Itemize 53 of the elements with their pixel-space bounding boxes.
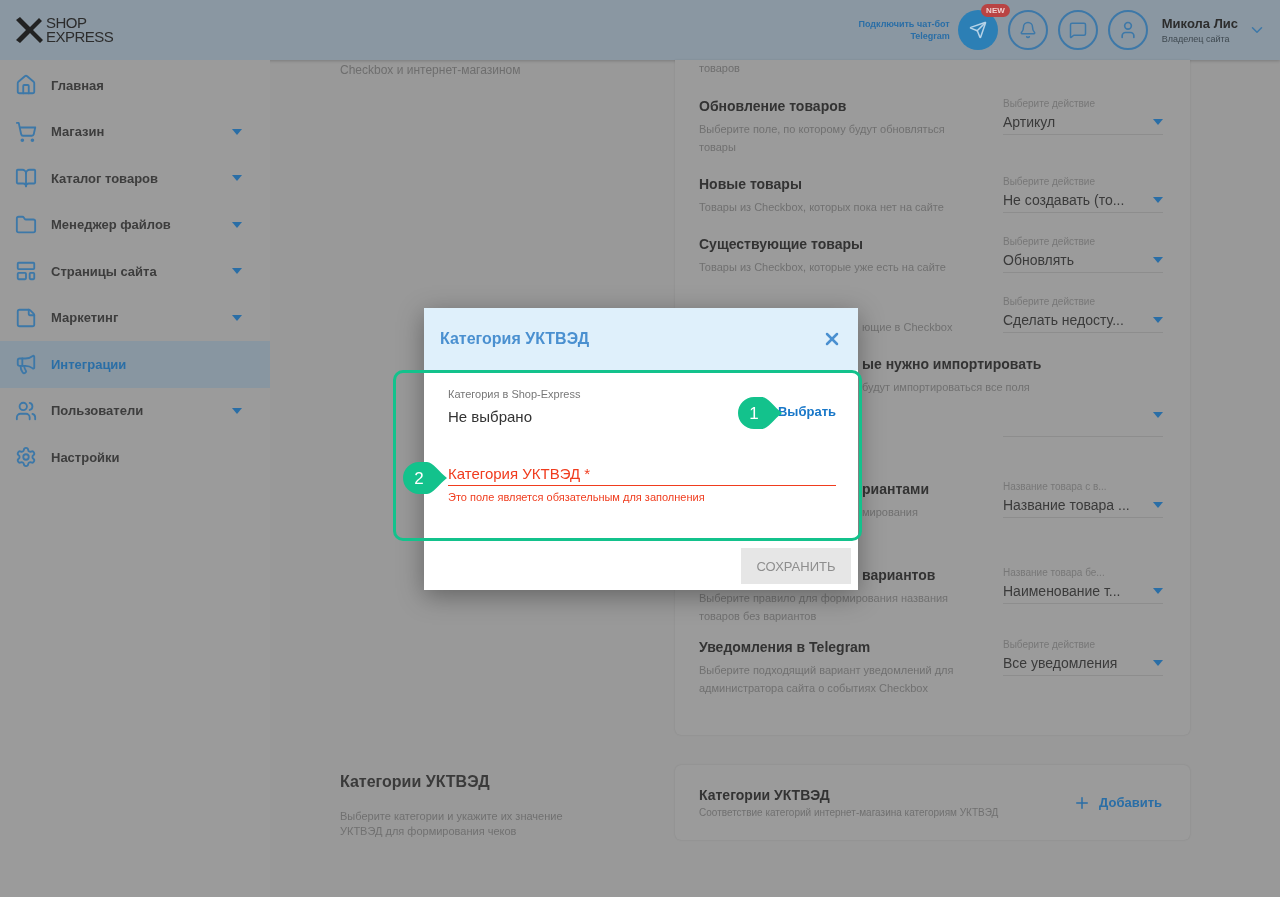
notifications-button[interactable] [1007, 10, 1048, 50]
logo-mark-icon [14, 17, 44, 43]
caret-icon [1153, 257, 1163, 263]
book-icon [15, 167, 37, 190]
caret-icon [1153, 197, 1163, 203]
page-layout-icon [15, 260, 37, 283]
row-title: вариантов [862, 567, 936, 583]
row-title: Обновление товаров [699, 98, 847, 114]
caret-icon [1153, 119, 1163, 125]
row-title: Существующие товары [699, 236, 863, 252]
error-message: Это поле является обязательным для заполнения [448, 491, 706, 503]
section-heading: Категории УКТВЭД [340, 773, 491, 791]
field-label: Категория в Shop-Express [448, 388, 581, 400]
messages-button[interactable] [1057, 10, 1098, 50]
row-title: ые нужно импортировать [862, 356, 1042, 372]
logo-text: SHOP EXPRESS [46, 16, 114, 44]
profile-button[interactable] [1107, 10, 1148, 50]
folder-icon [15, 213, 37, 236]
caret-icon [1153, 502, 1163, 508]
input-field[interactable]: Категория УКТВЭД * [448, 465, 836, 486]
house-icon [15, 74, 37, 97]
sidebar-item[interactable]: Страницы сайта [0, 248, 270, 295]
dialog-title: Категория УКТВЭД [440, 330, 590, 348]
sidebar-item[interactable]: Менеджер файлов [0, 201, 270, 248]
bell-icon [1018, 21, 1037, 39]
row-title: Уведомления в Telegram [699, 639, 871, 655]
users-icon [15, 399, 37, 422]
row-title: риантами [862, 481, 929, 497]
action-select[interactable] [1003, 412, 1163, 437]
card-title: Категории УКТВЭД [699, 787, 831, 803]
sidebar-item[interactable]: Маркетинг [0, 294, 270, 341]
sidebar-item[interactable]: Настройки [0, 434, 270, 481]
sidebar-item[interactable]: Магазин [0, 108, 270, 155]
user-name: Микола Лис [1161, 16, 1238, 31]
note-icon [15, 306, 37, 329]
field-value: Не выбрано [448, 408, 533, 425]
settings-icon [15, 446, 37, 469]
paper-plane-icon [968, 21, 987, 39]
logo[interactable]: SHOP EXPRESS [14, 16, 114, 44]
caret-icon [1153, 317, 1163, 323]
step-number-marker: 2 [403, 462, 447, 494]
sidebar-item[interactable]: Пользователи [0, 387, 270, 434]
cart-icon [15, 120, 37, 143]
new-badge: NEW [981, 4, 1010, 17]
caret-icon [1153, 588, 1163, 594]
row-title: Новые товары [699, 176, 802, 192]
chat-icon [1068, 21, 1087, 39]
caret-icon [1153, 660, 1163, 666]
sidebar-item[interactable]: Главная [0, 62, 270, 109]
megaphone-icon [15, 353, 37, 376]
user-role: Владелец сайта [1161, 34, 1231, 44]
caret-icon [1153, 412, 1163, 418]
sidebar-item[interactable]: Каталог товаров [0, 155, 270, 202]
